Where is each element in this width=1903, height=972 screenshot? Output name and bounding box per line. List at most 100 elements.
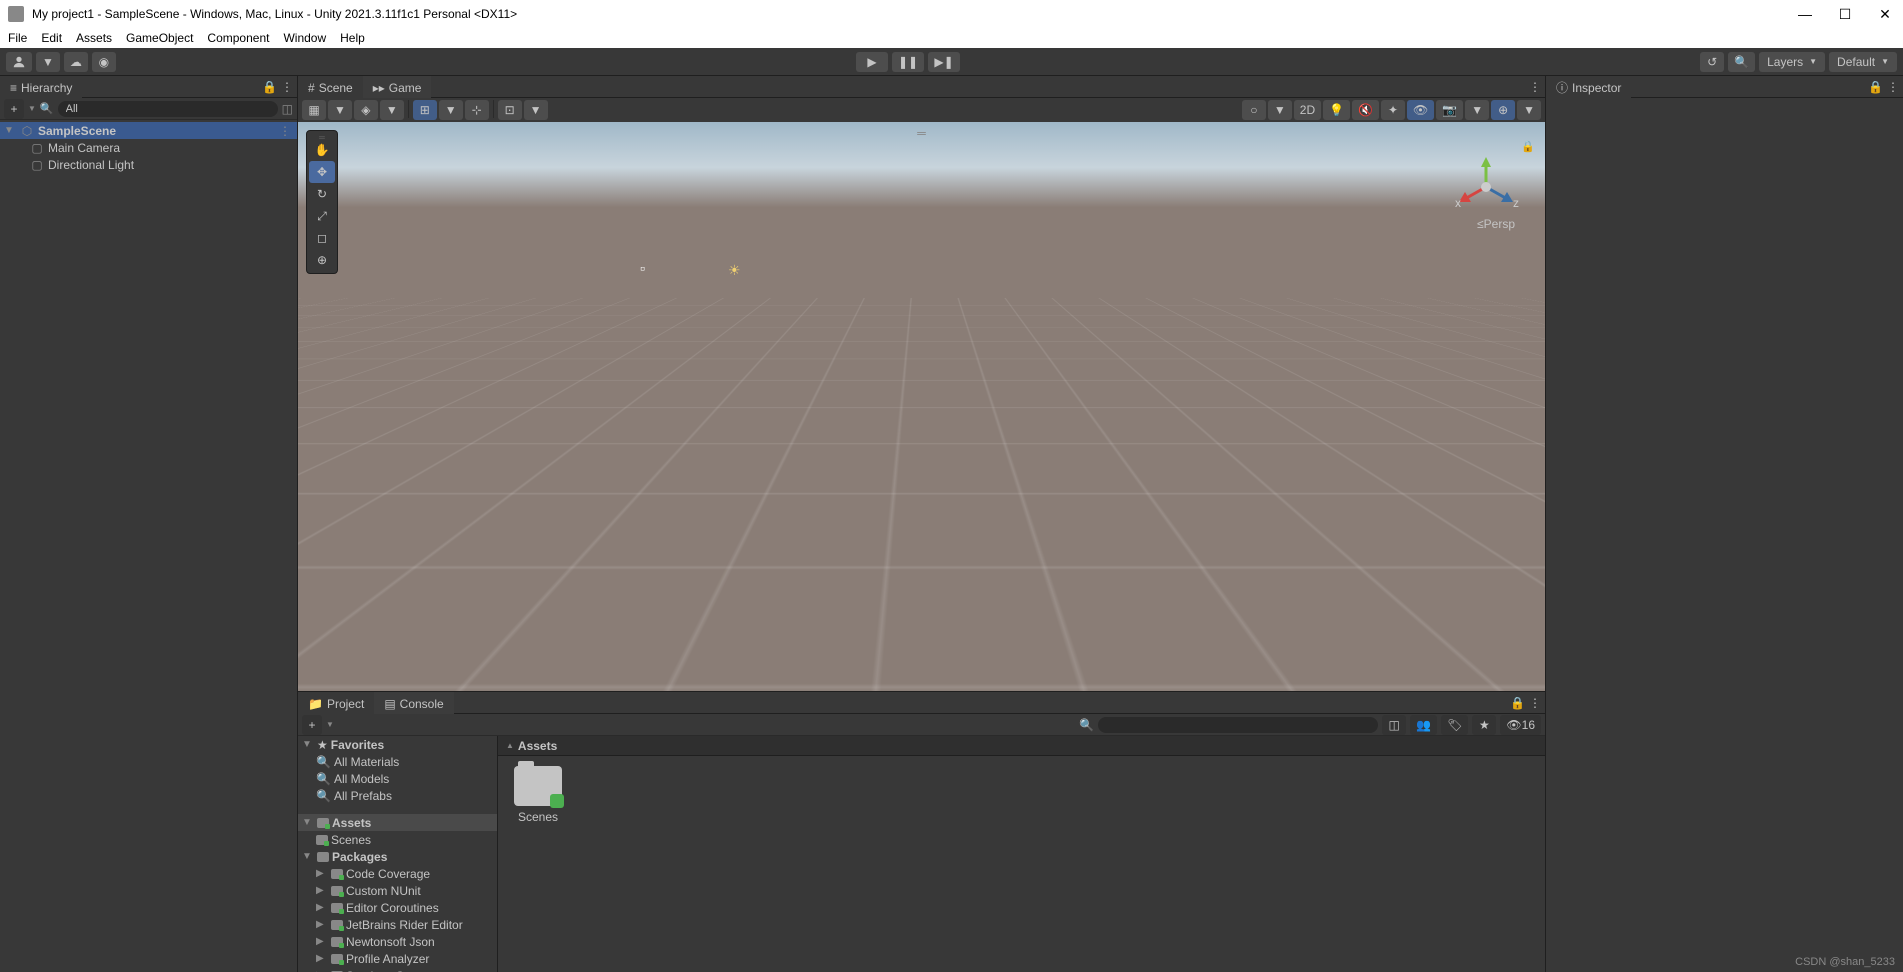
package-newtonsoft[interactable]: ▶Newtonsoft Json [298, 933, 497, 950]
menu-gameobject[interactable]: GameObject [126, 31, 193, 45]
hidden-toggle[interactable]: 👁16 [1500, 715, 1541, 735]
layout-dropdown[interactable]: Default [1829, 52, 1897, 72]
pause-button[interactable]: ❚❚ [892, 52, 924, 72]
orientation-dropdown[interactable]: ▼ [1268, 100, 1292, 120]
cube-icon: ▢ [30, 141, 44, 155]
hierarchy-tab[interactable]: ≡ Hierarchy [0, 76, 82, 98]
project-tab[interactable]: 📁 Project [298, 692, 374, 714]
2d-toggle[interactable]: 2D [1294, 100, 1321, 120]
snap-increment-button[interactable]: ⊹ [465, 100, 489, 120]
account-dropdown[interactable]: ▼ [36, 52, 60, 72]
favorite-prefabs[interactable]: 🔍All Prefabs [298, 787, 497, 804]
step-button[interactable]: ▶❚ [928, 52, 960, 72]
fx-toggle[interactable]: ✦ [1381, 100, 1405, 120]
draw-mode-button[interactable]: ◈ [354, 100, 378, 120]
hierarchy-search[interactable] [58, 101, 278, 117]
packages-folder[interactable]: ▼ Packages [298, 848, 497, 865]
menu-file[interactable]: File [8, 31, 27, 45]
create-button[interactable]: + [4, 99, 24, 119]
panel-lock-icon[interactable]: 🔒 [1868, 80, 1883, 94]
folder-icon [514, 766, 562, 806]
transform-tool[interactable]: ⊕ [309, 249, 335, 271]
favorite-models[interactable]: 🔍All Models [298, 770, 497, 787]
search-by-type-button[interactable]: ◫ [1382, 715, 1406, 735]
camera-button[interactable]: 📷 [1436, 100, 1463, 120]
save-search-button[interactable]: 🏷 [1441, 715, 1468, 735]
light-scene-icon[interactable]: ☀ [728, 262, 744, 278]
snap-button[interactable]: ⊡ [498, 100, 522, 120]
scale-tool[interactable]: ⤢ [309, 205, 335, 227]
favorite-button[interactable]: ★ [1472, 715, 1496, 735]
package-code-coverage[interactable]: ▶Code Coverage [298, 865, 497, 882]
maximize-button[interactable]: ☐ [1835, 4, 1855, 24]
project-search[interactable] [1098, 717, 1378, 733]
menu-edit[interactable]: Edit [41, 31, 62, 45]
scene-root[interactable]: ▼ ⬡ SampleScene ⋮ [0, 122, 297, 139]
project-tree: ▼ ★ Favorites 🔍All Materials 🔍All Models… [298, 736, 498, 972]
play-button[interactable]: ▶ [856, 52, 888, 72]
favorite-materials[interactable]: 🔍All Materials [298, 753, 497, 770]
hierarchy-item-light[interactable]: ▢ Directional Light [0, 156, 297, 173]
package-editor-coroutines[interactable]: ▶Editor Coroutines [298, 899, 497, 916]
panel-menu-icon[interactable]: ⋮ [1529, 696, 1541, 710]
menu-window[interactable]: Window [283, 31, 326, 45]
assets-folder[interactable]: ▼ Assets [298, 814, 497, 831]
close-button[interactable]: ✕ [1875, 4, 1895, 24]
camera-dropdown[interactable]: ▼ [1465, 100, 1489, 120]
create-asset-button[interactable]: + [302, 715, 322, 735]
hierarchy-tree: ▼ ⬡ SampleScene ⋮ ▢ Main Camera ▢ Direct… [0, 120, 297, 972]
hierarchy-panel: ≡ Hierarchy 🔒 ⋮ + ▼ 🔍 ◫ ▼ ⬡ SampleScene … [0, 76, 298, 972]
draw-mode-dropdown[interactable]: ▼ [380, 100, 404, 120]
package-profile-analyzer[interactable]: ▶Profile Analyzer [298, 950, 497, 967]
orientation-gizmo[interactable]: x z [1451, 152, 1521, 222]
scenes-folder[interactable]: Scenes [298, 831, 497, 848]
rect-tool[interactable]: ◻ [309, 227, 335, 249]
search-by-label-button[interactable]: 👥 [1410, 715, 1437, 735]
grid-overlay [298, 298, 1545, 691]
undo-history-button[interactable]: ◉ [92, 52, 116, 72]
shading-mode-button[interactable]: ▦ [302, 100, 326, 120]
perspective-label[interactable]: ≤Persp [1477, 217, 1515, 231]
favorites-header[interactable]: ▼ ★ Favorites [298, 736, 497, 753]
gizmos-dropdown[interactable]: ▼ [1517, 100, 1541, 120]
history-button[interactable]: ↺ [1700, 52, 1724, 72]
game-tab[interactable]: ▸▸ Game [363, 76, 432, 98]
minimize-button[interactable]: — [1795, 4, 1815, 24]
panel-menu-icon[interactable]: ⋮ [281, 80, 293, 94]
snap-dropdown[interactable]: ▼ [524, 100, 548, 120]
rotate-tool[interactable]: ↻ [309, 183, 335, 205]
breadcrumb[interactable]: ▲ Assets [498, 736, 1545, 756]
gizmos-toggle[interactable]: ⊕ [1491, 100, 1515, 120]
package-services-core[interactable]: ▶Services Core [298, 967, 497, 972]
grid-snap-button[interactable]: ⊞ [413, 100, 437, 120]
panel-menu-icon[interactable]: ⋮ [1529, 80, 1541, 94]
grid-dropdown[interactable]: ▼ [439, 100, 463, 120]
cloud-button[interactable]: ☁ [64, 52, 88, 72]
camera-scene-icon[interactable]: ▫ [640, 260, 656, 276]
menu-component[interactable]: Component [207, 31, 269, 45]
search-filter-icon[interactable]: ◫ [282, 102, 293, 116]
orientation-button[interactable]: ○ [1242, 100, 1266, 120]
menu-assets[interactable]: Assets [76, 31, 112, 45]
move-tool[interactable]: ✥ [309, 161, 335, 183]
package-custom-nunit[interactable]: ▶Custom NUnit [298, 882, 497, 899]
visibility-toggle[interactable]: 👁 [1407, 100, 1434, 120]
shading-dropdown[interactable]: ▼ [328, 100, 352, 120]
hierarchy-item-camera[interactable]: ▢ Main Camera [0, 139, 297, 156]
panel-lock-icon[interactable]: 🔒 [262, 80, 277, 94]
menu-help[interactable]: Help [340, 31, 365, 45]
scene-viewport[interactable]: ═ ✋ ✥ ↻ ⤢ ◻ ⊕ [298, 122, 1545, 691]
package-rider[interactable]: ▶JetBrains Rider Editor [298, 916, 497, 933]
inspector-tab[interactable]: ⓘ Inspector [1546, 76, 1631, 98]
account-button[interactable] [6, 52, 32, 72]
panel-menu-icon[interactable]: ⋮ [1887, 80, 1899, 94]
hand-tool[interactable]: ✋ [309, 139, 335, 161]
lighting-toggle[interactable]: 💡 [1323, 100, 1350, 120]
audio-toggle[interactable]: 🔇 [1352, 100, 1379, 120]
global-search-button[interactable]: 🔍 [1728, 52, 1755, 72]
asset-folder-scenes[interactable]: Scenes [508, 766, 568, 824]
layers-dropdown[interactable]: Layers [1759, 52, 1825, 72]
console-tab[interactable]: ▤ Console [374, 692, 453, 714]
panel-lock-icon[interactable]: 🔒 [1510, 696, 1525, 710]
scene-tab[interactable]: # Scene [298, 76, 363, 98]
